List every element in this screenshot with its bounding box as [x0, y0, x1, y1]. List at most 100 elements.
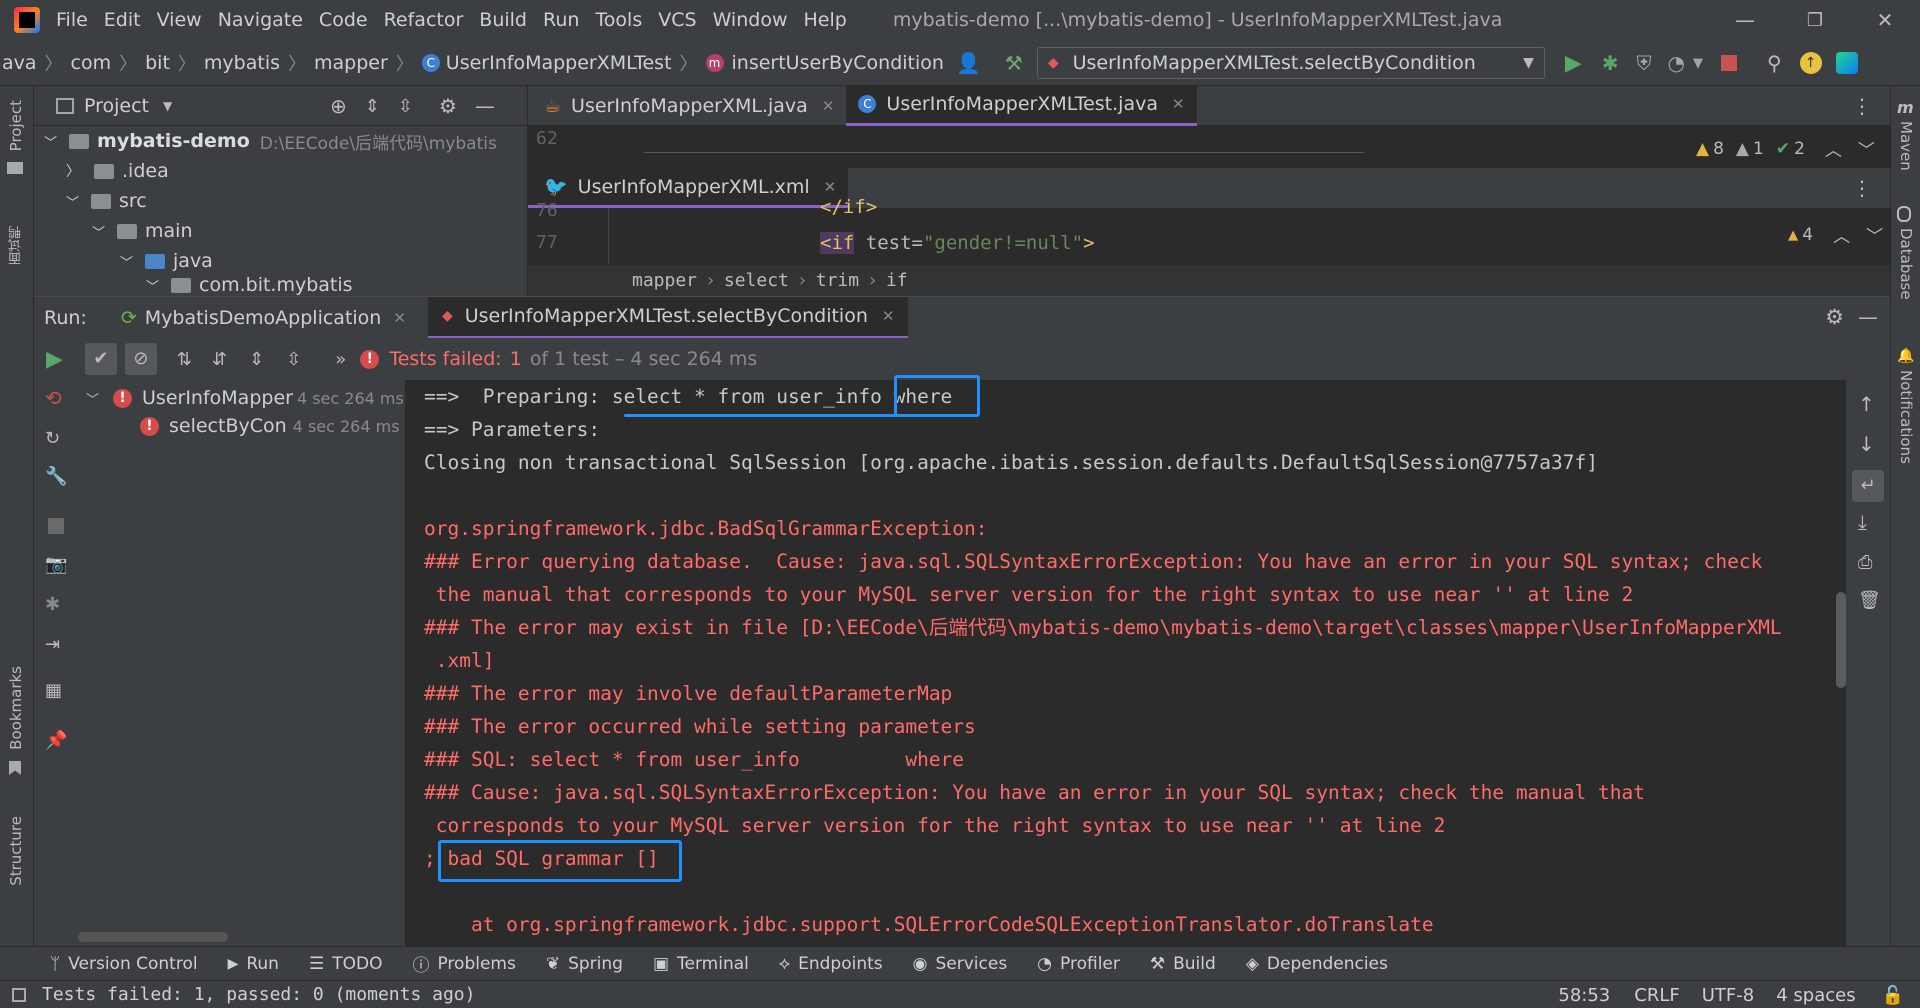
- tree-item-java[interactable]: ﹀ java: [120, 246, 213, 276]
- close-tab-icon[interactable]: ✕: [393, 309, 406, 327]
- run-tab-test[interactable]: ◆ UserInfoMapperXMLTest.selectByConditio…: [427, 296, 909, 339]
- notifications-tool-tab[interactable]: 🔔 Notifications: [1897, 348, 1915, 469]
- rerun-icon[interactable]: ▶: [46, 347, 63, 372]
- tab-run[interactable]: ▶ Run: [228, 954, 279, 974]
- more-tabs-icon[interactable]: ⋮: [1852, 176, 1872, 200]
- structure-tool-tab[interactable]: Structure: [7, 816, 25, 891]
- xml-inspection-widget[interactable]: ▲ 4 ︿ ﹀: [1788, 222, 1883, 248]
- crumb-trim[interactable]: trim: [816, 270, 859, 291]
- collapse-all-icon[interactable]: ⇳: [398, 96, 413, 117]
- close-tab-icon[interactable]: ✕: [822, 97, 835, 115]
- crumb-mapper[interactable]: mapper: [632, 270, 697, 291]
- lock-icon[interactable]: 🔓: [1882, 985, 1904, 1006]
- soft-wrap-icon[interactable]: ↵: [1852, 470, 1884, 502]
- tab-services[interactable]: ◉ Services: [913, 954, 1008, 974]
- tree-item-package[interactable]: ﹀ com.bit.mybatis: [146, 274, 353, 296]
- search-icon[interactable]: ⚲: [1767, 51, 1782, 75]
- crumb-if[interactable]: if: [886, 270, 908, 291]
- tab-spring[interactable]: ❦ Spring: [546, 954, 623, 974]
- tab-userinfomapperxml-java[interactable]: ☕ UserInfoMapperXML.java ✕: [528, 86, 846, 126]
- hammer-icon[interactable]: ⚒: [1005, 51, 1023, 75]
- tab-version-control[interactable]: ᛘ Version Control: [50, 954, 198, 974]
- maven-tool-tab[interactable]: m Maven: [1897, 98, 1915, 176]
- test-method-row[interactable]: ! selectByCon 4 sec 264 ms: [140, 412, 406, 440]
- intellij-logo-icon[interactable]: [14, 7, 40, 33]
- tree-item-idea[interactable]: 〉 .idea: [66, 156, 169, 186]
- gear-icon[interactable]: ⚙: [439, 94, 457, 118]
- run-icon[interactable]: ▶: [1565, 51, 1582, 76]
- stop-icon[interactable]: [1720, 55, 1737, 71]
- tree-item-src[interactable]: ﹀ src: [66, 186, 147, 216]
- crumb-com[interactable]: com: [71, 52, 112, 74]
- project-tool-tab[interactable]: Project: [7, 100, 25, 175]
- menu-edit[interactable]: Edit: [104, 9, 141, 31]
- menu-refactor[interactable]: Refactor: [384, 9, 464, 31]
- print-icon[interactable]: ⎙: [1858, 552, 1872, 573]
- hide-icon[interactable]: —: [1858, 305, 1878, 329]
- more-icon[interactable]: »: [335, 349, 346, 370]
- next-highlight-icon[interactable]: ﹀: [1866, 222, 1883, 247]
- crumb-method[interactable]: insertUserByCondition: [732, 52, 944, 74]
- show-ignored-icon[interactable]: ⊘: [124, 343, 157, 375]
- prev-highlight-icon[interactable]: ︿: [1825, 136, 1842, 161]
- sort-alpha-icon[interactable]: ⇅: [177, 349, 192, 370]
- arrow-up-icon[interactable]: ↑: [1858, 392, 1875, 416]
- toggle-panel-icon[interactable]: [12, 987, 26, 1002]
- bookmarks-tool-tab[interactable]: Bookmarks: [7, 666, 25, 775]
- project-title[interactable]: Project: [84, 95, 149, 117]
- line-separator[interactable]: CRLF: [1634, 985, 1679, 1006]
- tab-dependencies[interactable]: ◈ Dependencies: [1246, 954, 1388, 974]
- inspection-widget[interactable]: ▲ 8 ▲ 1 ✔ 2 ︿ ﹀: [1696, 136, 1875, 162]
- tree-item-root[interactable]: ﹀ mybatis-demo D:\EECode\后端代码\mybatis: [44, 126, 497, 156]
- test-class-row[interactable]: ﹀ ! UserInfoMapper 4 sec 264 ms: [86, 384, 404, 412]
- minimize-icon[interactable]: —: [1710, 8, 1780, 32]
- close-tab-icon[interactable]: ✕: [824, 178, 837, 196]
- update-icon[interactable]: ↑: [1799, 52, 1822, 74]
- hide-icon[interactable]: —: [475, 94, 495, 118]
- menu-vcs[interactable]: VCS: [658, 9, 696, 31]
- menu-view[interactable]: View: [157, 9, 202, 31]
- stop-icon[interactable]: [48, 518, 64, 534]
- crumb-bit[interactable]: bit: [145, 52, 170, 74]
- locate-icon[interactable]: ⊕: [330, 94, 347, 118]
- user-icon[interactable]: 👤: [956, 51, 981, 75]
- debug-icon[interactable]: ✱: [1602, 51, 1619, 75]
- menu-file[interactable]: File: [56, 9, 88, 31]
- tab-userinfomapperxmltest-java[interactable]: C UserInfoMapperXMLTest.java ✕: [846, 85, 1197, 126]
- layout-icon[interactable]: ▦: [45, 680, 62, 701]
- menu-tools[interactable]: Tools: [595, 9, 642, 31]
- tree-item-main[interactable]: ﹀ main: [92, 216, 193, 246]
- tab-problems[interactable]: ⓘ Problems: [412, 951, 515, 977]
- indent-setting[interactable]: 4 spaces: [1776, 985, 1855, 1006]
- file-encoding[interactable]: UTF-8: [1702, 985, 1754, 1006]
- tree-scrollbar[interactable]: [78, 932, 228, 942]
- close-tab-icon[interactable]: ✕: [882, 307, 895, 325]
- run-config-select[interactable]: ◆ UserInfoMapperXMLTest.selectByConditio…: [1036, 47, 1545, 79]
- chevron-down-icon[interactable]: ▼: [163, 99, 172, 113]
- camera-icon[interactable]: 📷: [45, 554, 67, 575]
- menu-build[interactable]: Build: [479, 9, 527, 31]
- restore-icon[interactable]: ❐: [1780, 10, 1850, 31]
- tab-profiler[interactable]: ◔ Profiler: [1037, 954, 1120, 974]
- jetbrains-icon[interactable]: [1835, 52, 1858, 74]
- scroll-to-end-icon[interactable]: ⤓: [1858, 510, 1867, 534]
- caret-position[interactable]: 58:53: [1558, 985, 1610, 1006]
- close-icon[interactable]: ✕: [1850, 8, 1920, 32]
- crumb-class[interactable]: UserInfoMapperXMLTest: [446, 52, 672, 74]
- profile-icon[interactable]: ◔: [1668, 51, 1685, 75]
- status-message[interactable]: Tests failed: 1, passed: 0 (moments ago): [42, 984, 475, 1005]
- crumb-mapper[interactable]: mapper: [314, 52, 388, 74]
- database-tool-tab[interactable]: Database: [1897, 206, 1915, 305]
- show-passed-icon[interactable]: ✔: [84, 343, 117, 375]
- tab-terminal[interactable]: ▣ Terminal: [653, 954, 749, 974]
- menu-help[interactable]: Help: [803, 9, 846, 31]
- menu-code[interactable]: Code: [319, 9, 368, 31]
- tab-todo[interactable]: ☰ TODO: [309, 954, 383, 974]
- run-tab-app[interactable]: ⟳ MybatisDemoApplication ✕: [121, 307, 406, 329]
- toggle-auto-test-icon[interactable]: ↻: [45, 428, 60, 449]
- wrench-icon[interactable]: 🔧: [45, 466, 67, 487]
- gear-icon[interactable]: ⚙: [1825, 305, 1844, 329]
- xml-editor[interactable]: 76 </if> 77 <if test= "gender!=null" > ▲…: [528, 196, 1890, 264]
- bug-gear-icon[interactable]: ✱: [45, 594, 60, 615]
- crumb-select[interactable]: select: [724, 270, 789, 291]
